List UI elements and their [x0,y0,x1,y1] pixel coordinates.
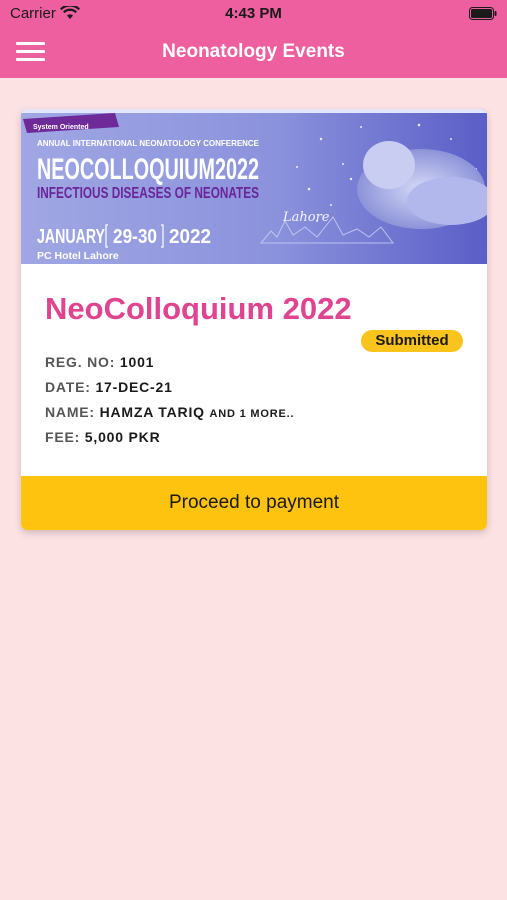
fee-value: 5,000 PKR [84,429,161,445]
name-value: HAMZA TARIQ [99,404,205,420]
app-header: Carrier 4:43 PM Neonatology Events [0,0,507,78]
name-more: AND 1 MORE.. [209,408,295,420]
svg-text:29-30: 29-30 [113,226,157,248]
nav-bar: Neonatology Events [0,28,507,78]
svg-text:Lahore: Lahore [282,210,330,225]
status-time: 4:43 PM [225,5,282,22]
reg-number-label: REG. NO: [45,354,116,370]
date-value: 17-DEC-21 [95,379,173,395]
event-card: System Oriented ANNUAL INTERNATIONAL NEO… [21,109,487,530]
status-bar: Carrier 4:43 PM [0,0,507,28]
name-label: NAME: [45,404,95,420]
event-banner[interactable]: System Oriented ANNUAL INTERNATIONAL NEO… [21,109,487,264]
name-row: NAME: HAMZA TARIQ AND 1 MORE.. [45,400,294,425]
fee-label: FEE: [45,429,81,445]
svg-text:System Oriented: System Oriented [33,124,89,131]
svg-text:2022: 2022 [169,226,211,248]
svg-text:JANUARY: JANUARY [37,226,105,248]
event-title: NeoColloquium 2022 [45,291,352,326]
page-title: Neonatology Events [162,41,345,62]
date-label: DATE: [45,379,91,395]
fee-row: FEE: 5,000 PKR [45,425,294,450]
svg-text:ANNUAL INTERNATIONAL NEONATOLO: ANNUAL INTERNATIONAL NEONATOLOGY CONFERE… [37,139,260,148]
reg-number-value: 1001 [119,354,155,370]
svg-text:PC Hotel Lahore: PC Hotel Lahore [37,250,119,262]
reg-number-row: REG. NO: 1001 [45,350,294,375]
registration-details: REG. NO: 1001 DATE: 17-DEC-21 NAME: HAMZ… [45,350,294,450]
svg-text:INFECTIOUS DISEASES OF NEONATE: INFECTIOUS DISEASES OF NEONATES [37,185,259,202]
svg-text:NEOCOLLOQUIUM2022: NEOCOLLOQUIUM2022 [37,153,259,186]
battery-icon [469,7,497,20]
proceed-to-payment-button[interactable]: Proceed to payment [21,476,487,530]
status-badge: Submitted [361,330,463,352]
date-row: DATE: 17-DEC-21 [45,375,294,400]
